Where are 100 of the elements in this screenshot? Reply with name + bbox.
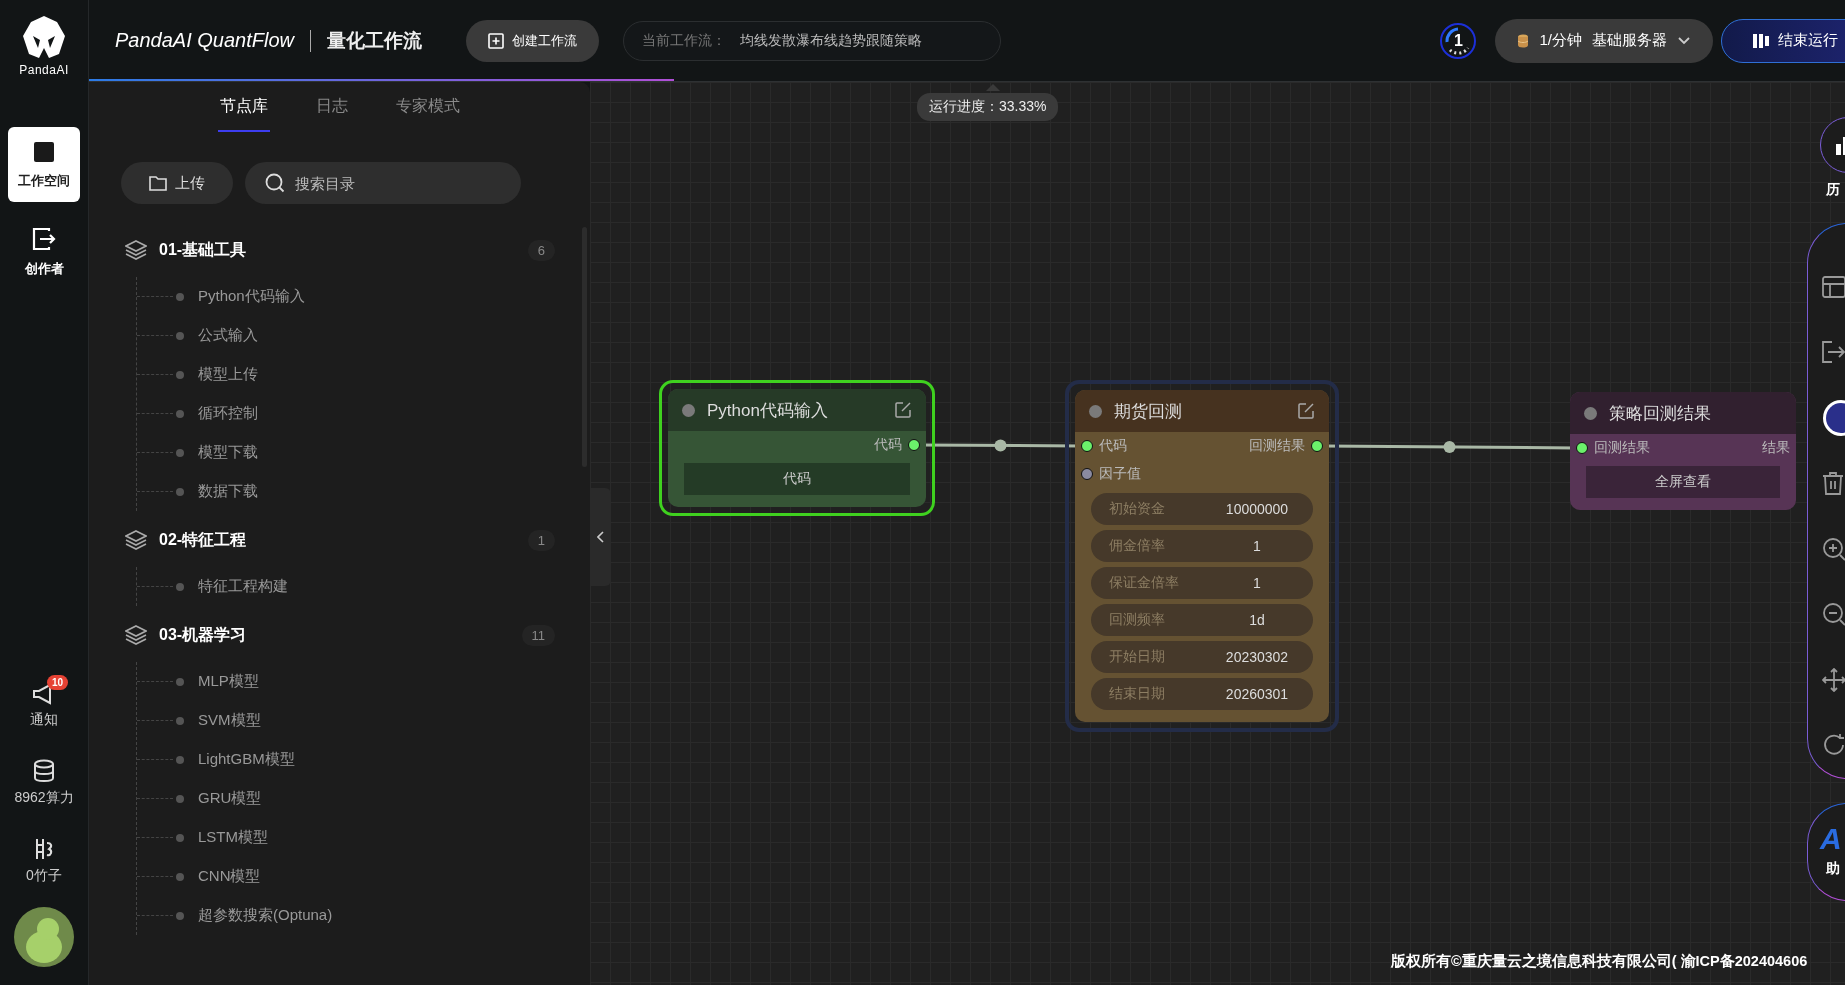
node-title: 期货回测 [1114,400,1183,423]
node-item[interactable]: SVM模型 [198,711,261,730]
node-item[interactable]: 特征工程构建 [198,577,288,596]
input-socket[interactable] [1081,468,1093,480]
status-dot [682,403,695,417]
count-badge: 1 [527,529,555,551]
node-item[interactable]: 数据下载 [198,482,258,501]
node-item[interactable]: LightGBM模型 [198,750,295,769]
zoom-in-icon[interactable] [1822,536,1845,561]
port-label: 因子值 [1099,465,1141,483]
node-item[interactable]: 模型上传 [198,365,258,384]
bullet-dot [176,755,184,764]
bullet-dot [176,833,184,842]
node-item[interactable]: MLP模型 [198,672,259,691]
tool-label: 8962算力 [14,789,74,807]
input-socket[interactable] [1081,440,1093,452]
bullet-dot [176,448,184,457]
queue-indicator: 1 [1439,21,1478,60]
nav-item[interactable]: 工作空间 [8,127,80,202]
layers-icon [125,624,147,646]
bullet-dot [176,409,184,418]
count-badge: 6 [527,239,555,261]
status-dot [1089,404,1102,418]
move-icon[interactable] [1822,667,1845,692]
node-group[interactable]: 02-特征工程 1 [125,517,555,563]
node-group[interactable]: 01-基础工具 6 [125,227,555,273]
exit-icon [31,225,57,252]
bullet-dot [176,716,184,725]
layers-icon [125,239,147,261]
chevron-left-icon [596,531,605,543]
stop-button[interactable]: 结束运行 [1721,18,1845,63]
workflow-field[interactable]: 当前工作流： 均线发散瀑布线趋势跟随策略 [623,20,1001,61]
output-socket[interactable] [1311,440,1323,452]
progress-tooltip: 运行进度：33.33% [917,93,1059,121]
port-label: 代码 [874,436,902,454]
parameter-field[interactable]: 保证金倍率 1 [1091,567,1313,599]
plus-icon [488,32,504,49]
panel-tab[interactable]: 日志 [313,82,350,132]
panel-tab[interactable]: 节点库 [217,82,270,132]
parameter-field[interactable]: 结束日期 20260301 [1091,678,1313,710]
folder-icon [149,175,167,191]
node-card[interactable]: Python代码输入 代码 代码 [659,380,935,516]
input-socket[interactable] [1576,442,1588,454]
panel-icon[interactable] [1822,275,1845,298]
node-group[interactable]: 03-机器学习 11 [125,612,555,658]
bullet-dot [176,292,184,301]
bullet-dot [176,370,184,379]
node-item[interactable]: LSTM模型 [198,828,268,847]
field-value: 均线发散瀑布线趋势跟随策略 [740,31,922,50]
zoom-out-icon[interactable] [1822,602,1845,627]
parameter-label: 佣金倍率 [1109,537,1166,555]
node-item[interactable]: 模型下载 [198,443,258,462]
server-select[interactable]: 1/分钟 基础服务器 [1495,18,1713,63]
parameter-field[interactable]: 佣金倍率 1 [1091,530,1313,562]
node-item[interactable]: 超参数搜索(Optuna) [198,906,333,925]
node-item[interactable]: 公式输入 [198,326,258,345]
bullet-dot [176,794,184,803]
refresh-icon[interactable] [1822,733,1845,758]
node-title: 策略回测结果 [1609,402,1712,425]
node-button[interactable]: 全屏查看 [1586,466,1780,498]
parameter-label: 回测频率 [1109,611,1166,629]
trash-icon[interactable] [1822,471,1844,496]
edit-icon[interactable] [894,401,912,419]
exit-icon[interactable] [1822,341,1845,364]
field-label: 当前工作流： [642,31,726,50]
node-card[interactable]: 期货回测 代码 回测结果 因子值 初始资金 10000000 佣金倍率 1 保证金倍率 1 回测频率 1d 开始日期 20230302 结束日期 20260301 [1065,380,1339,732]
assistant-button[interactable]: A 助 [1807,803,1845,901]
chevron-down-icon [1677,35,1691,46]
node-item[interactable]: GRU模型 [198,789,262,808]
create-workflow-button[interactable]: 创建工作流 [466,19,599,62]
edit-icon[interactable] [1297,402,1315,420]
parameter-label: 初始资金 [1109,500,1166,518]
parameter-field[interactable]: 回测频率 1d [1091,604,1313,636]
upload-button[interactable]: 上传 [121,162,233,204]
node-item[interactable]: Python代码输入 [198,287,305,306]
parameter-value: 1 [1252,575,1262,591]
app-title: 量化工作流 [327,28,422,53]
node-item[interactable]: 循环控制 [198,404,258,423]
database-icon [33,759,55,783]
panel-tab[interactable]: 专家模式 [393,82,462,132]
node-button[interactable]: 代码 [684,463,910,495]
bullet-dot [176,872,184,881]
pause-icon [1752,32,1770,49]
parameter-label: 开始日期 [1109,648,1166,666]
parameter-value: 1 [1252,538,1262,554]
parameter-label: 结束日期 [1109,685,1166,703]
group-title: 03-机器学习 [159,624,247,645]
search-field[interactable]: 搜索目录 [245,162,521,204]
node-item[interactable]: CNN模型 [198,867,261,886]
output-socket[interactable] [908,439,920,451]
nav-tool[interactable]: 8962算力 [9,751,79,807]
port-label: 代码 [1099,437,1127,455]
parameter-field[interactable]: 初始资金 10000000 [1091,493,1313,525]
nav-tool[interactable]: 0竹子 [9,829,79,885]
parameter-field[interactable]: 开始日期 20230302 [1091,641,1313,673]
avatar[interactable] [14,907,74,967]
nav-item[interactable]: 创作者 [8,214,80,289]
nav-tool[interactable]: 10 通知 [9,675,79,729]
parameter-value: 1d [1248,612,1266,628]
bullet-dot [176,331,184,340]
